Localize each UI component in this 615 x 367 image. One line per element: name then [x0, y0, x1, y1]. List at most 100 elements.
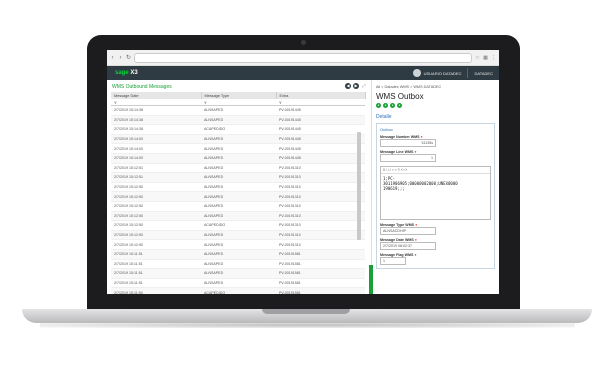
cell-extra: PV-00191445: [276, 124, 365, 135]
detail-panel: All > Datadec WMS > WMS DATADEC WMS Outb…: [372, 80, 499, 294]
cell-extra: PV-00191445: [276, 143, 365, 154]
table-row[interactable]: 2/7/2019 15:14:00 ALNSAPED PV-00191445: [111, 143, 365, 154]
cell-type: ACAPEDIDO: [201, 124, 276, 135]
cell-type: ALNSAPED: [201, 134, 276, 145]
forward-icon[interactable]: ›: [118, 55, 123, 61]
table-row[interactable]: 2/7/2019 15:11:51 ALNSAPED PV-00191581: [111, 268, 365, 279]
cell-type: ALNSAPED: [201, 115, 276, 126]
expand-icon[interactable]: ⤢: [361, 83, 367, 89]
app-header: sage X3 USUARIO DATADEC DATADEC: [107, 66, 499, 80]
next-icon[interactable]: ▶: [353, 83, 359, 89]
cell-date: 2/7/2019 15:11:51: [111, 259, 201, 270]
folder-name[interactable]: DATADEC: [474, 71, 493, 76]
cell-extra: PV-00191445: [276, 115, 365, 126]
outbound-list-panel: WMS Outbound Messages ◀ ▶ ⤢ Message Date…: [107, 80, 373, 294]
table-row[interactable]: 2/7/2019 15:14:00 ALNSAPED PV-00191445: [111, 134, 365, 145]
column-header-type[interactable]: Message Type: [201, 92, 277, 99]
action-icon-1[interactable]: ●: [376, 103, 381, 108]
cell-extra: PV-00191581: [276, 249, 365, 260]
outbox-group: Outbox Message Number WMS ● 51135s Messa…: [376, 123, 495, 269]
table-row[interactable]: 2/7/2019 15:12:50 ALNSAPED PV-00191310: [111, 230, 365, 241]
cell-extra: PV-00191445: [276, 153, 365, 164]
cell-extra: PV-00191581: [276, 259, 365, 270]
cell-date: 2/7/2019 15:14:00: [111, 143, 201, 154]
cell-date: 2/7/2019 15:14:00: [111, 134, 201, 145]
message-line-field[interactable]: 1: [380, 154, 436, 162]
message-date-field[interactable]: 2/7/2019 08:02:37: [380, 242, 436, 250]
back-icon[interactable]: ‹: [110, 55, 115, 61]
cell-extra: PV-00191310: [276, 163, 365, 174]
cell-date: 2/7/2019 15:11:51: [111, 268, 201, 279]
cell-date: 2/7/2019 15:12:50: [111, 191, 201, 202]
table-row[interactable]: 2/7/2019 15:12:50 ALNSAPED PV-00191310: [111, 211, 365, 222]
messages-table: Message Date Message Type Extra Y Y Y 2/…: [111, 92, 366, 294]
bookmark-icon[interactable]: ☆: [475, 55, 480, 61]
menu-icon[interactable]: ⋮: [491, 55, 496, 61]
cell-date: 2/7/2019 15:14:00: [111, 153, 201, 164]
table-row[interactable]: 2/7/2019 15:14:00 ALNSAPED PV-00191445: [111, 153, 365, 164]
cell-extra: PV-00191310: [276, 191, 365, 202]
table-row[interactable]: 2/7/2019 15:12:50 ALNSAPED PV-00191310: [111, 182, 365, 193]
table-row[interactable]: 2/7/2019 15:14:38 ALNSAPED PV-00191445: [111, 115, 365, 126]
table-row[interactable]: 2/7/2019 15:12:50 ACAPEDIDO PV-00191310: [111, 220, 365, 231]
breadcrumb[interactable]: All > Datadec WMS > WMS DATADEC: [376, 80, 495, 89]
cell-date: 2/7/2019 15:12:50: [111, 220, 201, 231]
cell-type: ALNSAPED: [201, 182, 276, 193]
cell-type: ALNSAPED: [201, 278, 276, 289]
cell-date: 2/7/2019 15:14:38: [111, 105, 201, 116]
table-row[interactable]: 2/7/2019 15:12:50 ALNSAPED PV-00191310: [111, 239, 365, 250]
table-row[interactable]: 2/7/2019 15:14:38 ACAPEDIDO PV-00191445: [111, 124, 365, 135]
browser-toolbar: ‹ › ↻ ☆ ▦ ⋮: [107, 50, 499, 66]
cell-extra: PV-00191445: [276, 134, 365, 145]
table-row[interactable]: 2/7/2019 15:14:38 ALNSAPED PV-00191445: [111, 105, 365, 116]
cell-date: 2/7/2019 15:11:50: [111, 287, 201, 294]
column-header-extra[interactable]: Extra: [276, 92, 366, 99]
cell-type: ALNSAPED: [201, 105, 276, 116]
avatar[interactable]: [412, 69, 421, 77]
cell-extra: PV-00191445: [276, 105, 365, 116]
cell-date: 2/7/2019 15:12:50: [111, 230, 201, 241]
table-row[interactable]: 2/7/2019 15:11:51 ALNSAPED PV-00191581: [111, 278, 365, 289]
cell-extra: PV-00191310: [276, 239, 365, 250]
reload-icon[interactable]: ↻: [126, 54, 131, 61]
message-number-field[interactable]: 51135s: [380, 139, 436, 147]
laptop-notch: [262, 309, 350, 314]
message-flag-field[interactable]: 1: [380, 257, 406, 265]
cell-type: ALNSAPED: [201, 268, 276, 279]
cell-date: 2/7/2019 15:14:38: [111, 124, 201, 135]
cell-extra: PV-00191581: [276, 287, 365, 294]
cell-date: 2/7/2019 15:12:51: [111, 163, 201, 174]
message-type-field[interactable]: ALNSACDHIP: [380, 227, 436, 235]
previous-icon[interactable]: ◀: [345, 83, 351, 89]
table-scrollbar[interactable]: [357, 132, 361, 240]
cell-type: ALNSAPED: [201, 143, 276, 154]
cell-extra: PV-00191310: [276, 211, 365, 222]
table-row[interactable]: 2/7/2019 15:11:50 ACAPEDIDO PV-00191581: [111, 287, 365, 294]
user-name[interactable]: USUARIO DATADEC: [424, 71, 462, 76]
action-icon-2[interactable]: ●: [383, 103, 388, 108]
cell-extra: PV-00191310: [276, 220, 365, 231]
table-row[interactable]: 2/7/2019 15:12:50 ALNSAPED PV-00191310: [111, 201, 365, 212]
cell-date: 2/7/2019 15:11:51: [111, 249, 201, 260]
field-label-flag: Message Flag WMS ●: [380, 253, 417, 257]
cell-type: ALNSAPED: [201, 153, 276, 164]
table-row[interactable]: 2/7/2019 15:11:51 ALNSAPED PV-00191581: [111, 249, 365, 260]
editor-text[interactable]: 1;PC- 3011906905;00000002000;UNEX0000 19…: [381, 174, 490, 193]
editor-toolbar[interactable]: B I U ≡ ≡ ¶ ⟲ ⟳: [381, 167, 490, 174]
table-row[interactable]: 2/7/2019 15:11:51 ALNSAPED PV-00191581: [111, 259, 365, 270]
cell-type: ALNSAPED: [201, 249, 276, 260]
section-title[interactable]: Detalle: [376, 114, 495, 120]
table-row[interactable]: 2/7/2019 15:12:51 ALNSAPED PV-00191310: [111, 172, 365, 183]
action-icon-3[interactable]: ●: [390, 103, 395, 108]
column-header-date[interactable]: Message Date: [111, 92, 202, 99]
table-row[interactable]: 2/7/2019 15:12:51 ALNSAPED PV-00191310: [111, 163, 365, 174]
action-icon-4[interactable]: ●: [397, 103, 402, 108]
table-row[interactable]: 2/7/2019 15:12:50 ALNSAPED PV-00191310: [111, 191, 365, 202]
cell-date: 2/7/2019 15:11:51: [111, 278, 201, 289]
message-editor[interactable]: B I U ≡ ≡ ¶ ⟲ ⟳ 1;PC- 3011906905;0000000…: [380, 166, 491, 220]
address-bar[interactable]: [134, 52, 472, 63]
cell-type: ALNSAPED: [201, 239, 276, 250]
webcam: [301, 40, 306, 45]
extension-icon[interactable]: ▦: [483, 55, 488, 61]
list-title: WMS Outbound Messages: [112, 84, 172, 90]
